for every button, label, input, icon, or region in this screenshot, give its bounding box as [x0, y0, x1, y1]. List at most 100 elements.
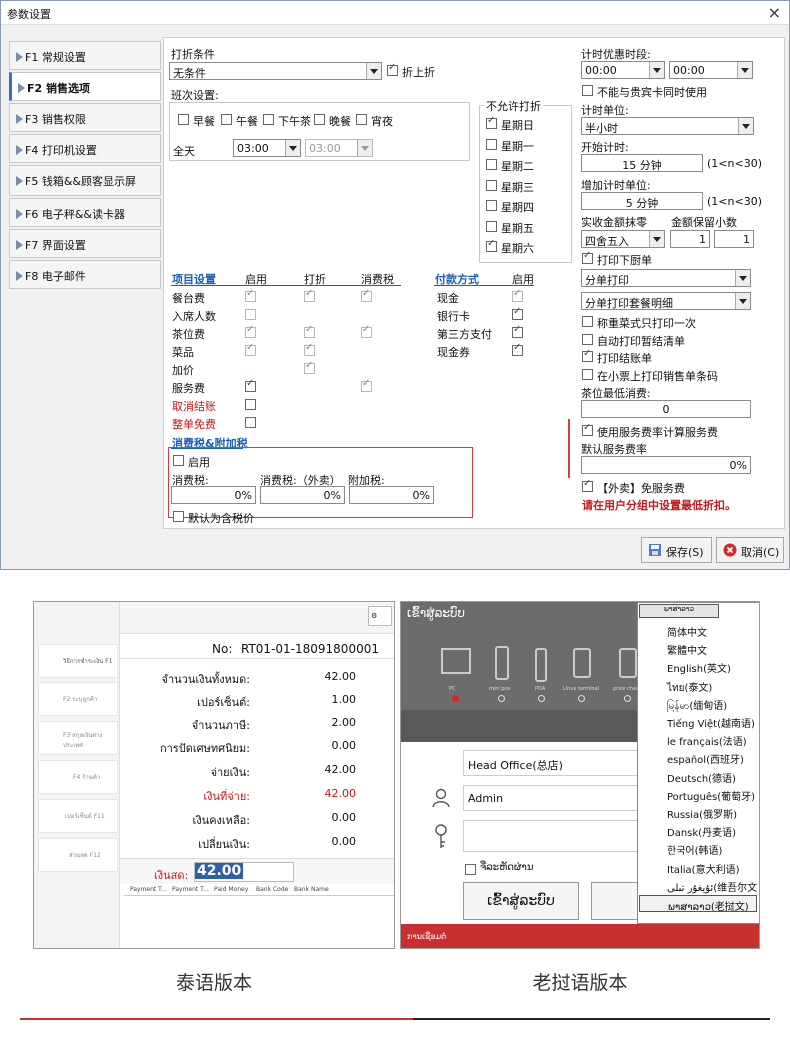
extra-tax-input[interactable]: 0%	[349, 486, 434, 504]
thai-side-item[interactable]: F2 ระบุลูกค้า	[38, 682, 118, 716]
print-detail-select[interactable]: 分单打印套餐明细	[581, 292, 751, 310]
language-option[interactable]: Italia(意大利语)	[639, 859, 757, 876]
item-checkbox[interactable]	[304, 360, 315, 374]
item-checkbox[interactable]	[245, 288, 256, 302]
min-consume-input[interactable]: 0	[581, 400, 751, 418]
item-checkbox[interactable]	[304, 288, 315, 302]
item-checkbox[interactable]	[361, 378, 372, 392]
item-checkbox[interactable]	[245, 399, 256, 410]
meal-checkbox-breakfast[interactable]	[178, 114, 189, 125]
print-kitchen-checkbox[interactable]	[582, 250, 593, 264]
item-checkbox[interactable]	[245, 417, 256, 428]
language-option[interactable]: Russia(俄罗斯)	[639, 804, 757, 821]
item-checkbox[interactable]	[245, 324, 256, 338]
nav-item-cashbox[interactable]: F5 钱箱&&顾客显示屏	[9, 165, 161, 196]
payment-checkbox[interactable]	[512, 288, 523, 302]
cancel-button[interactable]: 取消(C)	[716, 537, 784, 563]
device-radio[interactable]	[624, 695, 631, 702]
item-checkbox[interactable]	[245, 378, 256, 392]
day-checkbox-sun[interactable]	[486, 115, 497, 129]
takeout-free-checkbox[interactable]	[582, 478, 593, 492]
meal-checkbox-lunch[interactable]	[221, 114, 232, 125]
language-option[interactable]: ພາສາລາວ(老挝文)	[639, 895, 757, 912]
lao-login-button[interactable]: ເຂົ້າສູ່ລະບົບ	[463, 882, 579, 920]
meal-checkbox-supper[interactable]	[356, 114, 367, 125]
language-option[interactable]: မြန်မာ(缅甸语)	[639, 695, 757, 712]
item-checkbox[interactable]	[361, 288, 372, 302]
language-option[interactable]: Deutsch(德语)	[639, 768, 757, 785]
rounding-select[interactable]: 四舍五入	[581, 230, 665, 248]
tax-included-checkbox[interactable]	[173, 511, 184, 522]
add-unit-input[interactable]: 5 分钟	[581, 192, 703, 210]
thai-cash-input[interactable]: 42.00	[194, 862, 294, 882]
nav-item-email[interactable]: F8 电子邮件	[9, 260, 161, 289]
weigh-once-checkbox[interactable]	[582, 316, 593, 327]
language-option[interactable]: ไทย(泰文)	[639, 677, 757, 694]
print-bill-checkbox[interactable]	[582, 348, 593, 362]
tax-out-input[interactable]: 0%	[260, 486, 345, 504]
tax-enable-checkbox[interactable]	[173, 455, 184, 466]
lao-store-select[interactable]: Head Office(总店)	[463, 750, 643, 776]
nav-item-sales-permissions[interactable]: F3 销售权限	[9, 103, 161, 132]
language-option[interactable]: ئۇيغۇر تىلى(维吾尔文)	[639, 877, 757, 894]
thai-side-item[interactable]: วิธีการชำระเงิน F1	[38, 644, 118, 678]
day-checkbox-sat[interactable]	[486, 238, 497, 252]
item-checkbox[interactable]	[245, 309, 256, 320]
nav-item-printer[interactable]: F4 打印机设置	[9, 134, 161, 163]
lao-user-input[interactable]: Admin	[463, 785, 643, 811]
device-radio-selected[interactable]	[452, 695, 459, 702]
thai-side-item[interactable]: เปอร์เซ็นต์ F11	[38, 799, 118, 833]
time-start-select[interactable]: 00:00	[581, 61, 665, 79]
day-checkbox-tue[interactable]	[486, 159, 497, 170]
language-option[interactable]: le français(法语)	[639, 731, 757, 748]
nav-item-interface[interactable]: F7 界面设置	[9, 229, 161, 258]
day-checkbox-mon[interactable]	[486, 139, 497, 150]
device-radio[interactable]	[578, 695, 585, 702]
shift-start-select[interactable]: 03:00	[233, 139, 301, 157]
day-checkbox-thu[interactable]	[486, 200, 497, 211]
language-option[interactable]: Tiếng Việt(越南语)	[639, 713, 757, 730]
meal-checkbox-dinner[interactable]	[314, 114, 325, 125]
item-checkbox[interactable]	[361, 324, 372, 338]
meal-checkbox-tea[interactable]	[263, 114, 274, 125]
thai-header-button[interactable]: ⚙	[368, 606, 392, 626]
language-option[interactable]: 简体中文	[639, 622, 757, 639]
use-service-checkbox[interactable]	[582, 422, 593, 436]
thai-side-item[interactable]: F4 ร้านค้า	[38, 760, 118, 794]
item-checkbox[interactable]	[304, 324, 315, 338]
auto-print-checkbox[interactable]	[582, 334, 593, 345]
nav-item-sales-options[interactable]: F2 销售选项	[9, 72, 161, 101]
device-radio[interactable]	[538, 695, 545, 702]
remember-checkbox[interactable]	[465, 864, 476, 875]
start-time-input[interactable]: 15 分钟	[581, 154, 703, 172]
language-option[interactable]: Dansk(丹麦语)	[639, 822, 757, 839]
payment-checkbox[interactable]	[512, 342, 523, 356]
tax-input[interactable]: 0%	[171, 486, 256, 504]
item-checkbox[interactable]	[304, 342, 315, 356]
print-barcode-checkbox[interactable]	[582, 369, 593, 380]
language-select[interactable]: ພາສາລາວ	[639, 604, 719, 618]
service-rate-input[interactable]: 0%	[581, 456, 751, 474]
day-checkbox-wed[interactable]	[486, 180, 497, 191]
vip-exclusive-checkbox[interactable]	[582, 85, 593, 96]
day-checkbox-fri[interactable]	[486, 221, 497, 232]
time-unit-select[interactable]: 半小时	[581, 117, 754, 135]
thai-side-item[interactable]: F3 สกุลเงินต่างประเทศ	[38, 721, 118, 755]
save-button[interactable]: 保存(S)	[641, 537, 712, 563]
discount-select[interactable]: 无条件	[169, 62, 382, 80]
decimal-input-a[interactable]: 1	[670, 230, 710, 248]
lao-password-input[interactable]	[463, 820, 643, 852]
decimal-input-b[interactable]: 1	[714, 230, 754, 248]
close-icon[interactable]: ×	[768, 3, 781, 22]
stack-discount-checkbox[interactable]	[387, 62, 398, 76]
payment-checkbox[interactable]	[512, 324, 523, 338]
language-option[interactable]: 繁體中文	[639, 640, 757, 657]
language-option[interactable]: 한국어(韩语)	[639, 840, 757, 857]
print-mode-select[interactable]: 分单打印	[581, 269, 751, 287]
item-checkbox[interactable]	[245, 342, 256, 356]
nav-item-general[interactable]: F1 常规设置	[9, 41, 161, 70]
language-option[interactable]: English(英文)	[639, 658, 757, 675]
payment-checkbox[interactable]	[512, 306, 523, 320]
device-radio[interactable]	[498, 695, 505, 702]
nav-item-scale[interactable]: F6 电子秤&&读卡器	[9, 198, 161, 227]
